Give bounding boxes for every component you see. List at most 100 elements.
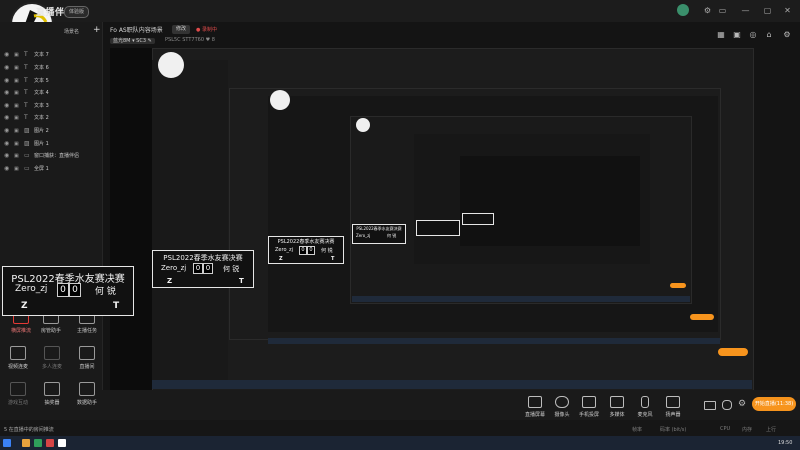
scoreboard-nested: PSL2022春季水友赛决赛 Zero_zj 何 锐 [352,224,406,244]
mic-icon [641,396,649,408]
source-item[interactable]: ◉ ▣ T 文本 2 [4,112,100,124]
source-item[interactable]: ◉ ▣ T 文本 7 [4,49,100,61]
status-memory: 内存 [742,427,753,433]
right-player-name: 何 锐 [95,287,116,297]
game-icon [10,382,26,396]
source-item[interactable]: ◉ ▣ T 文本 5 [4,75,100,87]
lock-icon[interactable]: ▣ [14,163,19,175]
scene-label: 场景名 [64,29,80,35]
text-source-icon: T [24,102,28,109]
tool-video-link[interactable]: 视频连麦 [0,344,36,374]
lock-icon[interactable]: ▣ [14,138,19,150]
share-icon[interactable]: ⌂ [764,30,774,40]
tool-live-room[interactable]: 直播间 [69,344,105,374]
lock-icon[interactable]: ▣ [14,75,19,87]
add-source-button[interactable]: + [93,25,101,35]
windows-start-icon[interactable] [3,439,11,447]
go-live-button[interactable]: 开始直播(11:38) [752,397,796,411]
lock-icon[interactable]: ▣ [14,49,19,61]
gear-icon[interactable]: ⚙ [738,399,746,409]
preview-nested-logo [356,118,370,132]
lock-icon[interactable]: ▣ [14,62,19,74]
text-source-icon: T [24,114,28,121]
record-icon[interactable] [704,401,716,410]
quality-select[interactable]: 蓝光8M ▾ SC3 ✎ [110,37,155,44]
layout-icon[interactable]: ▦ [716,30,726,40]
preview-go-live [670,283,686,288]
scoreboard[interactable]: PSL2022春季水友赛决赛 Zero_zj 0 0 何 锐 Z T [2,266,134,316]
preview-nested-taskbar [268,338,720,344]
maximize-icon[interactable]: ▢ [762,5,773,16]
tool-game[interactable]: 游戏互动 [0,380,36,410]
source-item[interactable]: ◉ ▣ T 文本 6 [4,62,100,74]
lock-icon[interactable]: ▣ [14,100,19,112]
tool-data[interactable]: 数据助手 [69,380,105,410]
source-item[interactable]: ◉ ▣ ▭ 全屏 1 [4,163,100,175]
skin-icon[interactable]: ▭ [717,5,728,16]
toolbar-speaker[interactable]: 扬声器 [656,396,690,420]
eye-icon[interactable]: ◉ [4,62,9,74]
preview-nested-logo [270,90,290,110]
eye-icon[interactable]: ◉ [4,49,9,61]
tool-multi-link[interactable]: 多人连麦 [34,344,70,374]
media-icon [610,396,624,408]
settings-icon[interactable]: ⚙ [702,5,713,16]
minimize-icon[interactable]: — [740,5,751,16]
source-item[interactable]: ◉ ▣ ▭ 窗口捕获：直播伴侣 [4,150,100,162]
image-source-icon: ▨ [24,140,30,147]
status-message: 5 在直播中的房间推流 [4,427,54,433]
eye-icon[interactable]: ◉ [4,163,9,175]
text-source-icon: T [24,89,28,96]
stream-detail: PSL5C STT7T60 ♥ 8 [165,37,215,43]
eye-icon[interactable]: ◉ [4,87,9,99]
speaker-icon [666,396,680,408]
source-item[interactable]: ◉ ▣ T 文本 4 [4,87,100,99]
eye-icon[interactable]: ◉ [4,138,9,150]
preview-nested-taskbar [152,380,752,389]
lock-icon[interactable]: ▣ [14,87,19,99]
score-right: 0 [69,283,81,297]
camera-icon[interactable]: ◎ [748,30,758,40]
taskbar-app-icon[interactable] [46,439,54,447]
lock-icon[interactable]: ▣ [14,150,19,162]
version-badge[interactable]: 体验版 [64,6,90,18]
eye-icon[interactable]: ◉ [4,75,9,87]
settings-icon[interactable] [722,400,732,410]
source-item[interactable]: ◉ ▣ ▨ 图片 2 [4,125,100,137]
preview-nested-window [460,156,640,246]
taskbar-app-icon[interactable] [58,439,66,447]
user-avatar[interactable] [677,4,689,16]
status-fps: 帧率 [632,427,643,433]
lock-icon[interactable]: ▣ [14,125,19,137]
image-source-icon: ▨ [24,127,30,134]
edit-button[interactable]: 修改 [172,25,191,34]
scoreboard-nested: PSL2022春季水友赛决赛 Zero_zj 0 0 何 锐 Z T [268,236,344,264]
os-taskbar [0,436,800,450]
taskbar-app-icon[interactable] [22,439,30,447]
live-room-icon [79,346,95,360]
screen-icon [528,396,542,408]
source-item[interactable]: ◉ ▣ ▨ 图片 1 [4,138,100,150]
lock-icon[interactable]: ▣ [732,30,742,40]
lottery-icon [44,382,60,396]
clock: 19:50 [778,440,793,446]
source-item[interactable]: ◉ ▣ T 文本 3 [4,100,100,112]
eye-icon[interactable]: ◉ [4,112,9,124]
tool-lottery[interactable]: 抽奖器 [34,380,70,410]
phone-cast-icon [582,396,596,408]
scoreboard-nested: PSL2022春季水友赛决赛 Zero_zj 0 0 何 锐 Z T [152,250,254,288]
recording-status: ● 录制中 [196,27,217,33]
taskbar-app-icon[interactable] [34,439,42,447]
score-left: 0 [57,283,69,297]
close-icon[interactable]: ✕ [782,5,793,16]
eye-icon[interactable]: ◉ [4,150,9,162]
video-link-icon [10,346,26,360]
status-bitrate: 码率 (bit/s) [660,427,687,433]
lock-icon[interactable]: ▣ [14,112,19,124]
preview-go-live [690,314,714,320]
settings-icon[interactable]: ⚙ [782,30,792,40]
text-source-icon: T [24,77,28,84]
eye-icon[interactable]: ◉ [4,100,9,112]
eye-icon[interactable]: ◉ [4,125,9,137]
preview-go-live [718,348,748,356]
